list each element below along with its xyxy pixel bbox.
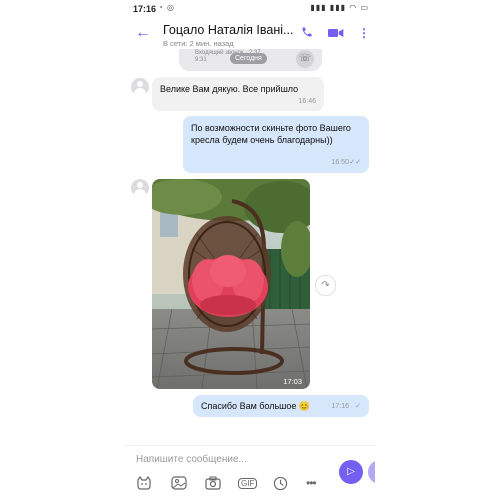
sticker-icon[interactable] — [136, 475, 152, 493]
message-list[interactable]: Входящий звонок · 2:37 9:31 ☏ Сегодня Ве… — [125, 49, 375, 445]
chat-title[interactable]: Гоцало Наталія Івані... — [163, 23, 293, 37]
status-app-icons: ◔ ◎ — [158, 3, 176, 12]
viber-chat-screen: 17:16 ◔ ◎ ▮▮▮ ▮▮▮ ◠ ▭ ← Гоцало Наталія І… — [125, 0, 375, 500]
delivered-checkmark-icon: ✓ — [355, 403, 361, 410]
more-vertical-icon[interactable]: ⋮ — [358, 26, 370, 40]
gallery-icon[interactable] — [171, 476, 187, 493]
camera-icon[interactable] — [205, 476, 221, 493]
outgoing-message-bubble[interactable]: По возможности скиньте фото Вашего кресл… — [183, 116, 369, 173]
message-input[interactable]: Напишите сообщение... — [136, 454, 247, 465]
status-system-icons: ▮▮▮ ▮▮▮ ◠ ▭ — [310, 3, 369, 12]
arrow-left-icon[interactable]: ← — [135, 24, 151, 42]
message-time: 16:46 — [298, 98, 316, 105]
clock-icon[interactable] — [273, 476, 288, 494]
share-icon[interactable]: ↷ — [315, 275, 336, 296]
read-checkmarks-icon: ✓✓ — [349, 159, 361, 166]
send-icon[interactable]: ▷ — [339, 460, 363, 484]
chat-subtitle: В сети: 2 мин. назад — [163, 39, 234, 48]
message-composer: Напишите сообщение... GIF ••• ▷ — [125, 445, 375, 500]
video-camera-icon[interactable] — [328, 26, 344, 44]
message-text: Спасибо Вам большое 😊 — [201, 401, 311, 411]
gif-icon[interactable]: GIF — [238, 478, 258, 489]
message-time: 17:03 — [283, 377, 302, 386]
chat-header: ← Гоцало Наталія Івані... В сети: 2 мин.… — [125, 17, 375, 53]
message-time: 16:50 — [331, 159, 349, 166]
phone-icon[interactable] — [301, 26, 313, 41]
outgoing-message-bubble[interactable]: Спасибо Вам большое 😊 17:16 ✓ — [193, 395, 369, 417]
voice-record-button[interactable] — [368, 460, 375, 484]
avatar[interactable] — [131, 179, 149, 197]
hanging-chair-photo — [152, 179, 310, 389]
avatar[interactable] — [131, 78, 149, 96]
date-chip: Сегодня — [230, 53, 267, 64]
message-text: По возможности скиньте фото Вашего кресл… — [191, 123, 351, 145]
call-log-time: 9:31 — [195, 57, 207, 63]
call-back-icon[interactable]: ☏ — [296, 50, 314, 68]
message-text: Велике Вам дякую. Все прийшло — [160, 84, 299, 94]
message-time: 17:16 — [331, 403, 349, 410]
more-horizontal-icon[interactable]: ••• — [306, 476, 317, 490]
incoming-photo-message[interactable]: 17:03 — [152, 179, 310, 389]
status-time: 17:16 — [133, 4, 157, 14]
incoming-message-bubble[interactable]: Велике Вам дякую. Все прийшло 16:46 — [152, 77, 324, 111]
status-bar: 17:16 ◔ ◎ ▮▮▮ ▮▮▮ ◠ ▭ — [125, 0, 375, 17]
